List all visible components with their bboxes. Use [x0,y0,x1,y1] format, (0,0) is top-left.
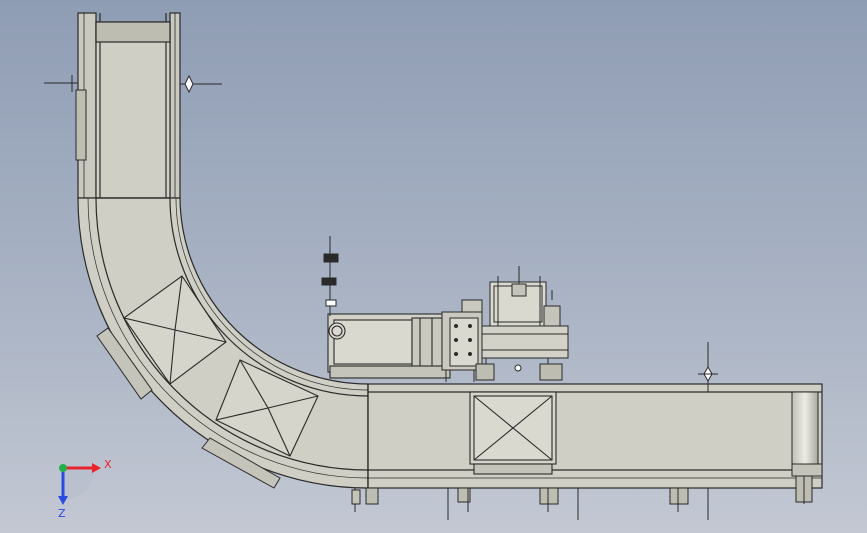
y-axis-dot [59,464,67,472]
pusher-housing [327,313,451,379]
horizontal-panel [469,391,557,475]
vertical-mount-right [180,74,222,94]
horizontal-conveyor [367,383,823,489]
end-roller [791,391,823,477]
x-axis-arrowhead [92,463,101,473]
x-axis-label: X [104,458,112,471]
conveyor-assembly-drawing: X Z [44,12,823,520]
actuator-assembly [441,266,569,382]
cad-viewport[interactable]: X Z [0,0,867,533]
coordinate-triad[interactable]: X Z [58,458,112,520]
sensor-post-left [321,236,339,316]
z-axis-label: Z [58,507,66,520]
vertical-chute [77,12,181,199]
z-axis-arrowhead [58,496,68,505]
